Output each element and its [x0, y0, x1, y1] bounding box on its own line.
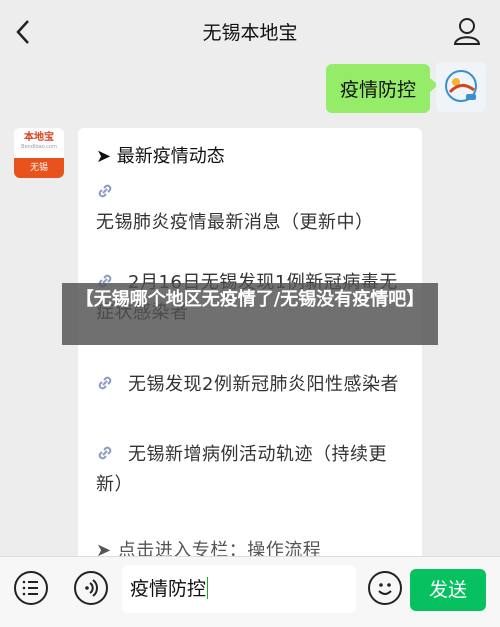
news-link-3[interactable]: 无锡发现2例新冠肺炎阳性感染者: [96, 370, 404, 400]
sent-message-bubble[interactable]: 疫情防控: [325, 64, 439, 113]
send-button[interactable]: 发送: [410, 569, 486, 611]
voice-icon[interactable]: [74, 571, 108, 605]
link-icon: [98, 376, 112, 390]
news-card: ➤ 最新疫情动态 无锡肺炎疫情最新消息（更新中） 2月16日无锡发现1例新冠病毒…: [78, 128, 422, 598]
profile-icon[interactable]: [452, 16, 482, 50]
avatar-logo: 本地宝 Bendibao.com: [14, 128, 64, 158]
chat-title: 无锡本地宝: [202, 22, 298, 44]
top-bar: 无锡本地宝: [0, 0, 500, 62]
message-input[interactable]: 疫情防控: [122, 565, 356, 613]
text-caret: [207, 577, 209, 599]
link-icon: [98, 446, 112, 460]
avatar-city-label: 无锡: [14, 158, 64, 178]
news-link-1[interactable]: 无锡肺炎疫情最新消息（更新中）: [96, 178, 404, 238]
input-toolbar: 疫情防控 发送: [0, 556, 500, 627]
link-icon: [98, 184, 112, 198]
menu-icon[interactable]: [14, 571, 48, 605]
user-avatar[interactable]: [436, 62, 486, 112]
card-heading: ➤ 最新疫情动态: [96, 146, 225, 167]
official-account-avatar[interactable]: 本地宝 Bendibao.com 无锡: [14, 128, 64, 178]
article-title-overlay: 【无锡哪个地区无疫情了/无锡没有疫情吧】: [62, 283, 438, 345]
emoji-icon[interactable]: [368, 571, 402, 605]
news-link-4[interactable]: 无锡新增病例活动轨迹（持续更新）: [96, 440, 404, 500]
